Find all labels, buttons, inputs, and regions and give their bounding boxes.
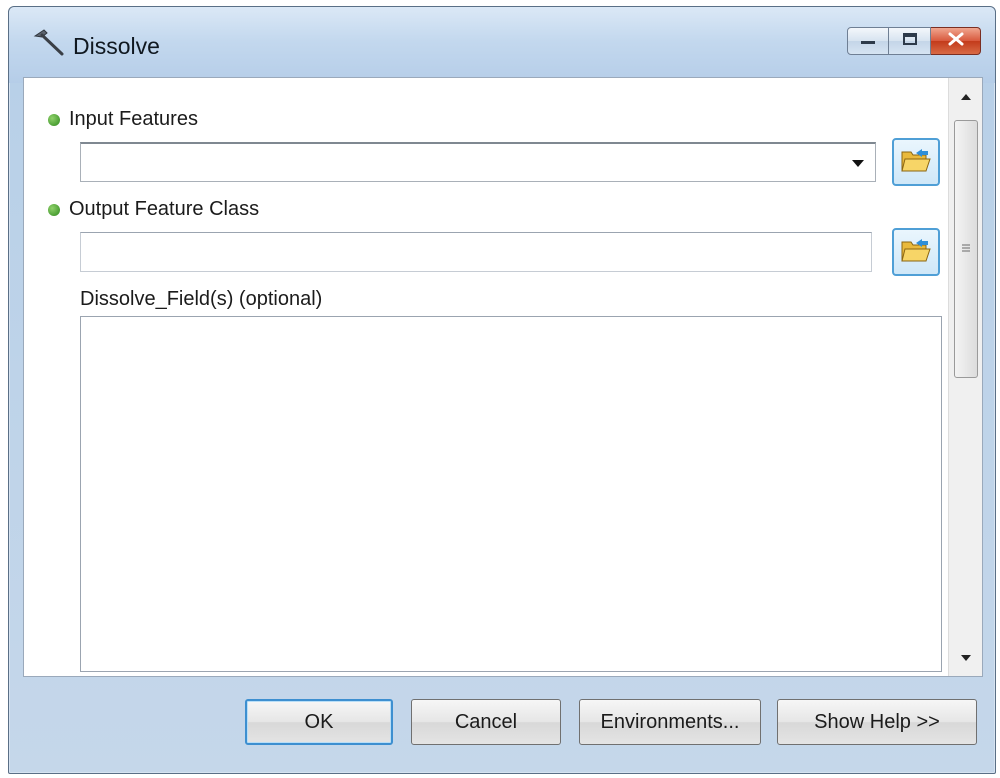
chevron-up-icon (961, 87, 971, 105)
caption-buttons (847, 27, 981, 57)
open-folder-icon (900, 146, 932, 179)
environments-button[interactable]: Environments... (579, 699, 761, 745)
ok-button[interactable]: OK (245, 699, 393, 745)
output-feature-class-label-row: Output Feature Class (48, 198, 259, 221)
input-features-label-row: Input Features (48, 108, 198, 131)
minimize-button[interactable] (847, 27, 889, 55)
output-feature-class-input[interactable] (80, 232, 872, 272)
dissolve-fields-label: Dissolve_Field(s) (optional) (80, 288, 323, 310)
scroll-up-button[interactable] (949, 82, 983, 110)
cancel-button[interactable]: Cancel (411, 699, 561, 745)
scroll-down-button[interactable] (949, 644, 983, 672)
vertical-scrollbar[interactable] (948, 78, 982, 676)
output-feature-class-browse-button[interactable] (892, 228, 940, 276)
required-bullet-icon (48, 113, 60, 126)
window-title: Dissolve (73, 33, 160, 59)
show-help-button[interactable]: Show Help >> (777, 699, 977, 745)
chevron-down-icon[interactable] (845, 149, 871, 177)
output-feature-class-label: Output Feature Class (69, 198, 260, 220)
title-bar[interactable]: Dissolve (9, 7, 995, 83)
close-button[interactable] (931, 27, 981, 55)
maximize-button[interactable] (889, 27, 931, 55)
minimize-icon (860, 32, 876, 50)
input-features-label: Input Features (69, 108, 198, 130)
grip-icon (961, 240, 971, 258)
input-features-browse-button[interactable] (892, 138, 940, 186)
hammer-icon (31, 27, 67, 57)
close-icon (947, 32, 965, 51)
parameters-panel: Input Features Output Feature Class Diss… (23, 77, 983, 677)
chevron-down-icon (961, 649, 971, 667)
maximize-icon (902, 32, 918, 51)
scrollbar-thumb[interactable] (954, 120, 978, 378)
input-features-combo[interactable] (80, 142, 876, 182)
open-folder-icon (900, 236, 932, 269)
required-bullet-icon (48, 203, 60, 216)
dissolve-fields-list[interactable] (80, 316, 942, 672)
dissolve-dialog: Dissolve Input Features Output Feature C… (8, 6, 996, 774)
